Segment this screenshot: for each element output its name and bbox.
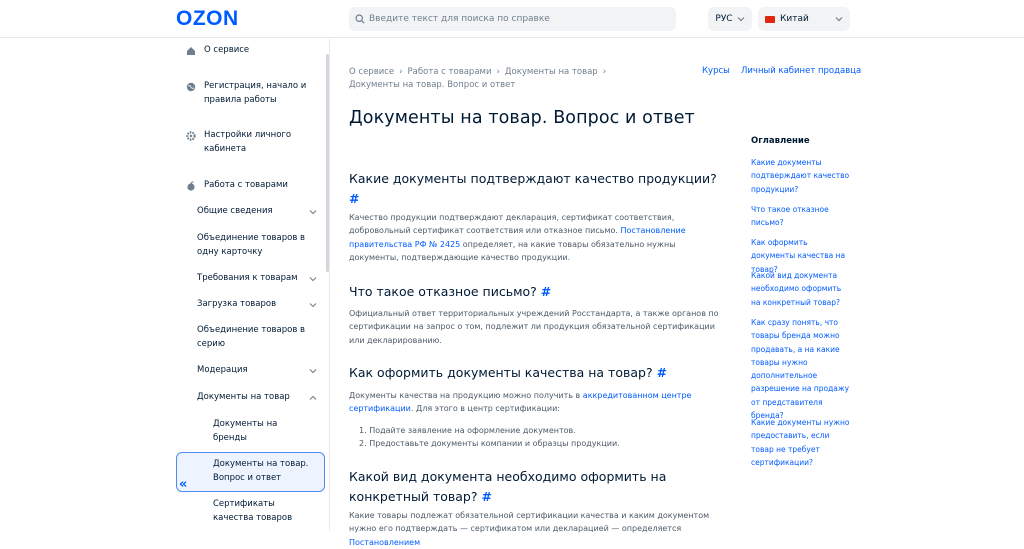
breadcrumb-chevron-icon: › bbox=[399, 67, 403, 77]
section-heading-text: Какой вид документа необходимо оформить … bbox=[349, 469, 667, 504]
toc-item[interactable]: Как сразу понять, что товары бренда можн… bbox=[751, 316, 851, 422]
paragraph-text: Какие товары подлежат обязательной серти… bbox=[349, 511, 710, 534]
search-icon bbox=[355, 14, 365, 24]
china-flag-icon bbox=[765, 15, 775, 23]
toc-title: Оглавление bbox=[751, 136, 810, 146]
toc-item[interactable]: Какой вид документа необходимо оформить … bbox=[751, 269, 851, 309]
breadcrumb-current: Документы на товар. Вопрос и ответ bbox=[349, 80, 516, 90]
language-select[interactable]: РУС bbox=[708, 7, 752, 31]
top-header: OZON Введите текст для поиска по справке… bbox=[0, 0, 1024, 38]
list-item: 1. Подайте заявление на оформление докум… bbox=[359, 426, 576, 435]
section-heading: Как оформить документы качества на товар… bbox=[349, 363, 729, 383]
chevron-down-icon[interactable] bbox=[309, 367, 317, 375]
sidebar-item-settings[interactable]: Настройки личного кабинета bbox=[204, 129, 304, 156]
country-select[interactable]: Китай bbox=[758, 7, 850, 31]
language-label: РУС bbox=[715, 14, 733, 24]
sidebar-subsubitem-brands[interactable]: Документы на бренды bbox=[213, 418, 293, 445]
courses-link[interactable]: Курсы bbox=[702, 66, 730, 76]
sidebar-subitem-documents[interactable]: Документы на товар bbox=[197, 391, 290, 405]
home-icon bbox=[187, 47, 195, 55]
anchor-link[interactable]: # bbox=[349, 191, 359, 206]
sidebar-item-registration[interactable]: Регистрация, начало и правила работы bbox=[204, 80, 314, 107]
sidebar-item-about[interactable]: О сервисе bbox=[204, 44, 249, 58]
breadcrumb-chevron-icon: › bbox=[496, 67, 500, 77]
paragraph-text: Документы качества на продукцию можно по… bbox=[349, 391, 583, 400]
list-item-text: Подайте заявление на оформление документ… bbox=[369, 426, 576, 435]
sidebar-subsubitem-faq[interactable]: Документы на товар. Вопрос и ответ bbox=[213, 458, 313, 485]
section-text: Какие товары подлежат обязательной серти… bbox=[349, 509, 725, 549]
toc-item[interactable]: Какие документы подтверждают качество пр… bbox=[751, 156, 851, 196]
chevron-down-icon bbox=[835, 17, 843, 22]
decree-link[interactable]: Постановлением bbox=[349, 538, 420, 547]
breadcrumb-chevron-icon: › bbox=[602, 67, 607, 77]
sidebar-subitem-series[interactable]: Объединение товаров в серию bbox=[197, 324, 307, 351]
section-text: Документы качества на продукцию можно по… bbox=[349, 389, 725, 416]
section-heading: Какие документы подтверждают качество пр… bbox=[349, 169, 729, 209]
chevron-down-icon[interactable] bbox=[309, 275, 317, 283]
section-heading: Какой вид документа необходимо оформить … bbox=[349, 467, 689, 507]
page-title: Документы на товар. Вопрос и ответ bbox=[349, 108, 695, 128]
chevron-down-icon[interactable] bbox=[309, 301, 317, 309]
section-heading: Что такое отказное письмо? # bbox=[349, 282, 729, 302]
section-heading-text: Что такое отказное письмо? bbox=[349, 284, 537, 299]
sidebar-subitem-merge[interactable]: Объединение товаров в одну карточку bbox=[197, 232, 307, 259]
toc-item[interactable]: Что такое отказное письмо? bbox=[751, 203, 851, 230]
breadcrumb-item[interactable]: О сервисе bbox=[349, 67, 394, 77]
sidebar-subitem-moderation[interactable]: Модерация bbox=[197, 364, 248, 378]
list-item-text: Предоставьте документы компании и образц… bbox=[369, 439, 620, 448]
collapse-sidebar-icon[interactable]: « bbox=[179, 477, 187, 492]
toc-item[interactable]: Какие документы нужно предоставить, если… bbox=[751, 416, 851, 469]
list-item: 2. Предоставьте документы компании и обр… bbox=[359, 439, 620, 448]
country-label: Китай bbox=[780, 14, 809, 24]
sidebar-subitem-requirements[interactable]: Требования к товарам bbox=[197, 272, 298, 286]
section-text: Официальный ответ территориальных учрежд… bbox=[349, 309, 719, 345]
chevron-up-icon[interactable] bbox=[309, 394, 317, 402]
search-placeholder: Введите текст для поиска по справке bbox=[369, 14, 550, 24]
sidebar-subitem-upload[interactable]: Загрузка товаров bbox=[197, 298, 276, 312]
seller-account-link[interactable]: Личный кабинет продавца bbox=[741, 66, 861, 76]
anchor-link[interactable]: # bbox=[481, 489, 491, 504]
section-text: Качество продукции подтверждают декларац… bbox=[349, 211, 725, 264]
globe-icon bbox=[186, 82, 196, 92]
breadcrumb: О сервисе › Работа с товарами › Документы на… bbox=[349, 66, 679, 92]
apple-icon bbox=[187, 181, 195, 191]
section-heading-text: Как оформить документы качества на товар… bbox=[349, 365, 653, 380]
paragraph-text: . Для этого в центр сертификации: bbox=[410, 404, 560, 414]
ozon-logo[interactable]: OZON bbox=[176, 7, 239, 31]
section-heading-text: Какие документы подтверждают качество пр… bbox=[349, 171, 717, 186]
anchor-link[interactable]: # bbox=[657, 365, 667, 380]
chevron-down-icon bbox=[737, 17, 745, 22]
breadcrumb-item[interactable]: Работа с товарами bbox=[408, 67, 492, 77]
sidebar-item-products[interactable]: Работа с товарами bbox=[204, 179, 288, 193]
sidebar-scrollbar[interactable] bbox=[326, 54, 329, 272]
breadcrumb-item[interactable]: Документы на товар bbox=[505, 67, 598, 77]
sidebar-subsubitem-certificates[interactable]: Сертификаты качества товаров bbox=[213, 498, 303, 525]
search-input[interactable]: Введите текст для поиска по справке bbox=[349, 7, 676, 31]
gear-icon bbox=[186, 131, 196, 141]
sidebar-subitem-general[interactable]: Общие сведения bbox=[197, 205, 273, 219]
chevron-down-icon[interactable] bbox=[309, 208, 317, 216]
anchor-link[interactable]: # bbox=[541, 284, 551, 299]
